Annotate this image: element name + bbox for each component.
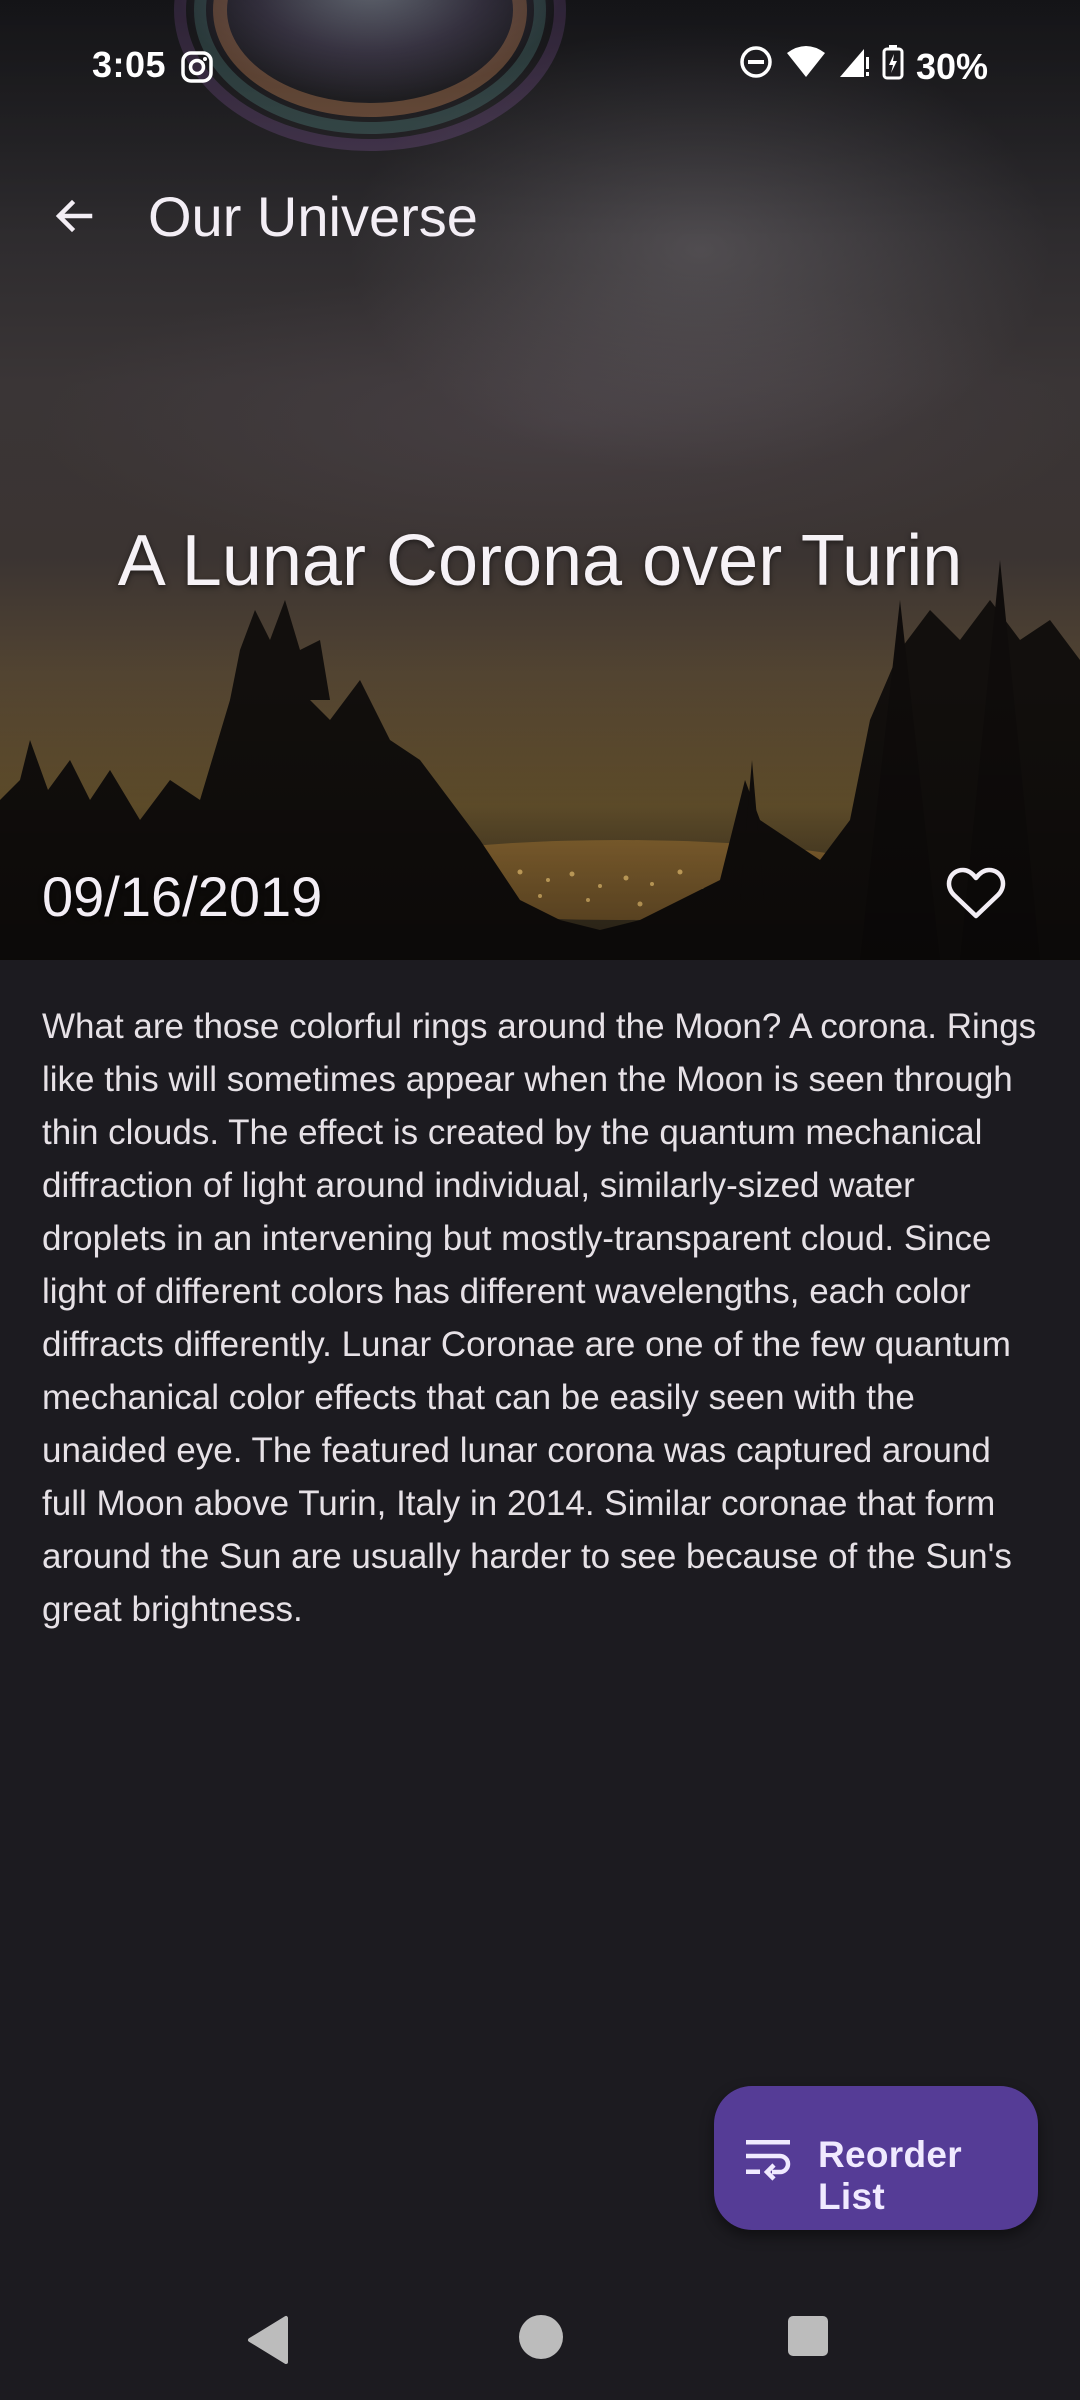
system-nav-bar [0, 2280, 1080, 2400]
reorder-list-label: Reorder List [818, 2134, 962, 2217]
battery-charging-icon [882, 44, 904, 89]
back-button[interactable] [32, 176, 116, 260]
reorder-list-button[interactable]: Reorder List [714, 2086, 1038, 2230]
reorder-icon [740, 2130, 796, 2191]
heart-outline-icon [946, 866, 1006, 927]
photo-date: 09/16/2019 [42, 865, 323, 928]
app-title: Our Universe [148, 185, 478, 248]
cell-signal-icon [838, 45, 870, 88]
instagram-icon [180, 50, 214, 89]
top-app-bar: Our Universe [0, 160, 1080, 272]
wifi-icon [786, 45, 826, 88]
status-icons: 30% [738, 44, 988, 89]
status-time: 3:05 [92, 44, 167, 85]
nav-back-icon[interactable] [244, 2312, 292, 2373]
nav-home-icon[interactable] [516, 2312, 566, 2367]
photo-description: What are those colorful rings around the… [42, 1007, 1037, 1629]
hero-scrim [0, 0, 1080, 960]
photo-title: A Lunar Corona over Turin [117, 521, 963, 601]
status-bar: 3:05 30% [0, 0, 1080, 130]
apod-photo [0, 0, 1080, 960]
nav-recents-icon[interactable] [786, 2314, 830, 2363]
favorite-button[interactable] [940, 860, 1012, 932]
do-not-disturb-icon [738, 44, 774, 89]
arrow-back-icon [50, 192, 98, 245]
screen: 3:05 30% Our Universe A Lunar Corona ove… [0, 0, 1080, 2400]
battery-percent: 30% [915, 45, 988, 87]
